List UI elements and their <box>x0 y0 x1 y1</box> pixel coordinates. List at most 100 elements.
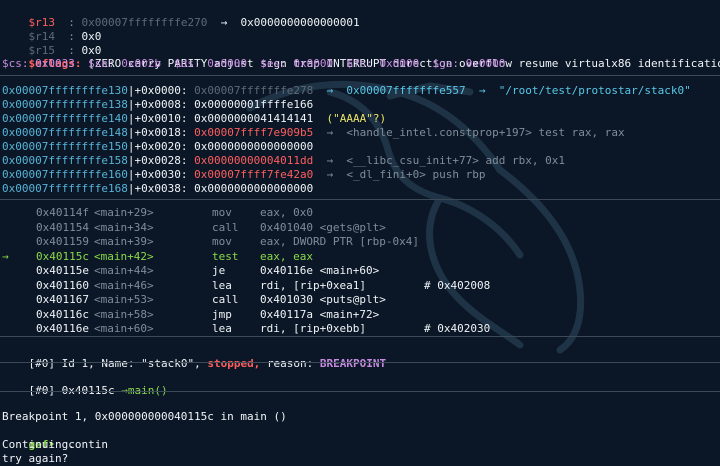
code-address: 0x40116e <box>36 322 89 335</box>
register-r13-row: $r13 : 0x00007ffffffffe270 → 0x000000000… <box>28 16 360 29</box>
stack-offset: +0x0010: <box>134 112 188 125</box>
code-opcode: lea <box>212 322 232 335</box>
code-address: 0x40116c <box>36 307 89 321</box>
code-operands: eax, eax <box>260 249 313 263</box>
thread-state: stopped, <box>207 357 261 370</box>
divider <box>0 75 720 76</box>
stack-offset: +0x0000: <box>134 84 188 97</box>
code-row: 0x401159 <main+39> mov eax, DWORD PTR [rbp-… <box>2 235 424 249</box>
stack-offset: +0x0018: <box>134 126 188 139</box>
stack-address: 0x00007ffffffffe160 <box>2 168 128 181</box>
thread-info: Id 1, Name: "stack0", <box>61 357 201 370</box>
code-opcode: call <box>212 220 239 234</box>
stack-offset: +0x0038: <box>134 182 188 195</box>
code-operands: eax, 0x0 <box>260 206 313 219</box>
trace-row: [#0] 0x40115c →main() <box>2 370 168 397</box>
code-comment: # 0x402008 <box>424 278 491 292</box>
stack-value: 0x00000000004011dd <box>194 154 314 167</box>
code-opcode: call <box>212 293 239 306</box>
code-opcode: test <box>212 249 239 263</box>
segment-registers: $cs: 0x0033 $ss: 0x002b $ds: 0x0000 $es:… <box>2 57 506 70</box>
stack-value: 0x00007fffffffe278 <box>194 84 314 97</box>
stack-address: 0x00007ffffffffe148 <box>2 126 128 139</box>
stack-value: 0x00000001ffffe166 <box>194 98 314 111</box>
eflags-row: $eflags: [ZERO carry PARITY adjust sign … <box>2 43 720 70</box>
code-address: 0x401159 <box>36 235 89 248</box>
code-row: 0x40116c <main+58> jmp 0x40117a <main+72> <box>2 308 424 322</box>
code-symbol: <main+53> <box>94 293 154 306</box>
thread-index: [#0] <box>28 357 56 370</box>
code-row-current: → 0x40115c <main+42> test eax, eax <box>2 250 424 264</box>
code-symbol: <main+46> <box>94 278 154 292</box>
code-symbol: <main+34> <box>94 220 154 234</box>
stack-deref: → <__libc_csu_init+77> add rbx, 0x1 <box>326 154 565 167</box>
stack-address: 0x00007ffffffffe140 <box>2 112 128 125</box>
divider <box>0 362 720 363</box>
stack-row: 0x00007ffffffffe130|+0x0000: 0x00007ffff… <box>2 84 691 98</box>
stack-deref: ("AAAA"?) <box>326 112 387 125</box>
code-row: 0x40116e <main+60> lea rdi, [rip+0xebb] # 0x… <box>2 322 490 336</box>
divider <box>0 199 720 200</box>
code-symbol: <main+42> <box>94 249 154 263</box>
stack-deref: → 0x00007fffffffe557 → "/root/test/proto… <box>326 84 691 97</box>
code-operands: 0x401040 <gets@plt> <box>260 220 386 234</box>
stack-row: 0x00007ffffffffe168|+0x0038: 0x000000000… <box>2 182 327 196</box>
stop-reason: BREAKPOINT <box>319 357 387 370</box>
reason-label: reason: <box>266 357 314 370</box>
code-operands: eax, DWORD PTR [rbp-0x4] <box>260 235 419 248</box>
code-address: 0x401154 <box>36 220 89 234</box>
stack-row: 0x00007ffffffffe140|+0x0010: 0x000000004… <box>2 112 386 126</box>
console-line: try again? <box>2 452 69 465</box>
stack-address: 0x00007ffffffffe150 <box>2 140 128 153</box>
code-operands: rdi, [rip+0xebb] <box>260 322 366 335</box>
stack-value: 0x00007ffff7e909b5 <box>194 126 314 139</box>
code-symbol: <main+44> <box>94 264 154 277</box>
terminal-window[interactable]: $r13 : 0x00007ffffffffe270 → 0x000000000… <box>0 0 720 466</box>
stack-deref: → <_dl_fini+0> push rbp <box>326 168 486 181</box>
code-address: 0x40115e <box>36 264 89 277</box>
stack-value: 0x0000000000000000 <box>194 182 314 195</box>
code-row: 0x401160 <main+46> lea rdi, [rip+0xea1] # 0x… <box>2 279 490 293</box>
code-row: 0x40114f <main+29> mov eax, 0x0 <box>2 206 424 220</box>
code-opcode: je <box>212 264 226 277</box>
stack-deref: → <handle_intel.constprop+197> test rax,… <box>326 126 625 139</box>
code-row: 0x40115e <main+44> je 0x40116e <main+60> <box>2 264 424 278</box>
code-address: 0x401167 <box>36 293 89 306</box>
code-symbol: <main+58> <box>94 307 154 321</box>
stack-row: 0x00007ffffffffe148|+0x0018: 0x00007ffff… <box>2 126 625 140</box>
current-instruction-arrow-icon: → <box>2 249 9 263</box>
stack-value: 0x0000000041414141 <box>194 112 314 125</box>
stack-row: 0x00007ffffffffe160|+0x0030: 0x00007ffff… <box>2 168 486 182</box>
divider <box>0 336 720 337</box>
stack-offset: +0x0020: <box>134 140 188 153</box>
code-row: 0x401167 <main+53> call 0x401030 <puts@plt> <box>2 293 424 307</box>
stack-address: 0x00007ffffffffe138 <box>2 98 128 111</box>
console-input-line[interactable]: gef➤ contin <box>2 424 108 451</box>
code-opcode: mov <box>212 235 232 248</box>
divider <box>0 391 720 392</box>
code-opcode: lea <box>212 278 232 292</box>
code-row: 0x401154 <main+34> call 0x401040 <gets@plt> <box>2 221 424 235</box>
stack-row: 0x00007ffffffffe138|+0x0008: 0x00000001f… <box>2 98 327 112</box>
code-symbol: <main+39> <box>94 235 154 248</box>
stack-value: 0x00007ffff7fe42a0 <box>194 168 314 181</box>
stack-address: 0x00007ffffffffe168 <box>2 182 128 195</box>
code-symbol: <main+60> <box>94 322 154 335</box>
console-line: Continuing. <box>2 438 75 451</box>
stack-offset: +0x0030: <box>134 168 188 181</box>
code-address: 0x401160 <box>36 278 89 292</box>
code-opcode: mov <box>212 206 232 219</box>
register-deref: 0x0000000000000001 <box>240 16 360 29</box>
code-operands: 0x40116e <main+60> <box>260 264 380 277</box>
stack-row: 0x00007ffffffffe158|+0x0028: 0x000000000… <box>2 154 565 168</box>
thread-row: [#0] Id 1, Name: "stack0", stopped, reas… <box>2 343 387 370</box>
code-operands: rdi, [rip+0xea1] <box>260 278 366 292</box>
code-operands: 0x40117a <main+72> <box>260 307 380 321</box>
stack-offset: +0x0028: <box>134 154 188 167</box>
console-line: Breakpoint 1, 0x000000000040115c in main… <box>2 410 287 423</box>
stack-value: 0x0000000000000000 <box>194 140 314 153</box>
code-address: 0x40114f <box>36 206 89 219</box>
code-comment: # 0x402030 <box>424 322 491 335</box>
stack-offset: +0x0008: <box>134 98 188 111</box>
code-operands: 0x401030 <puts@plt> <box>260 293 386 306</box>
